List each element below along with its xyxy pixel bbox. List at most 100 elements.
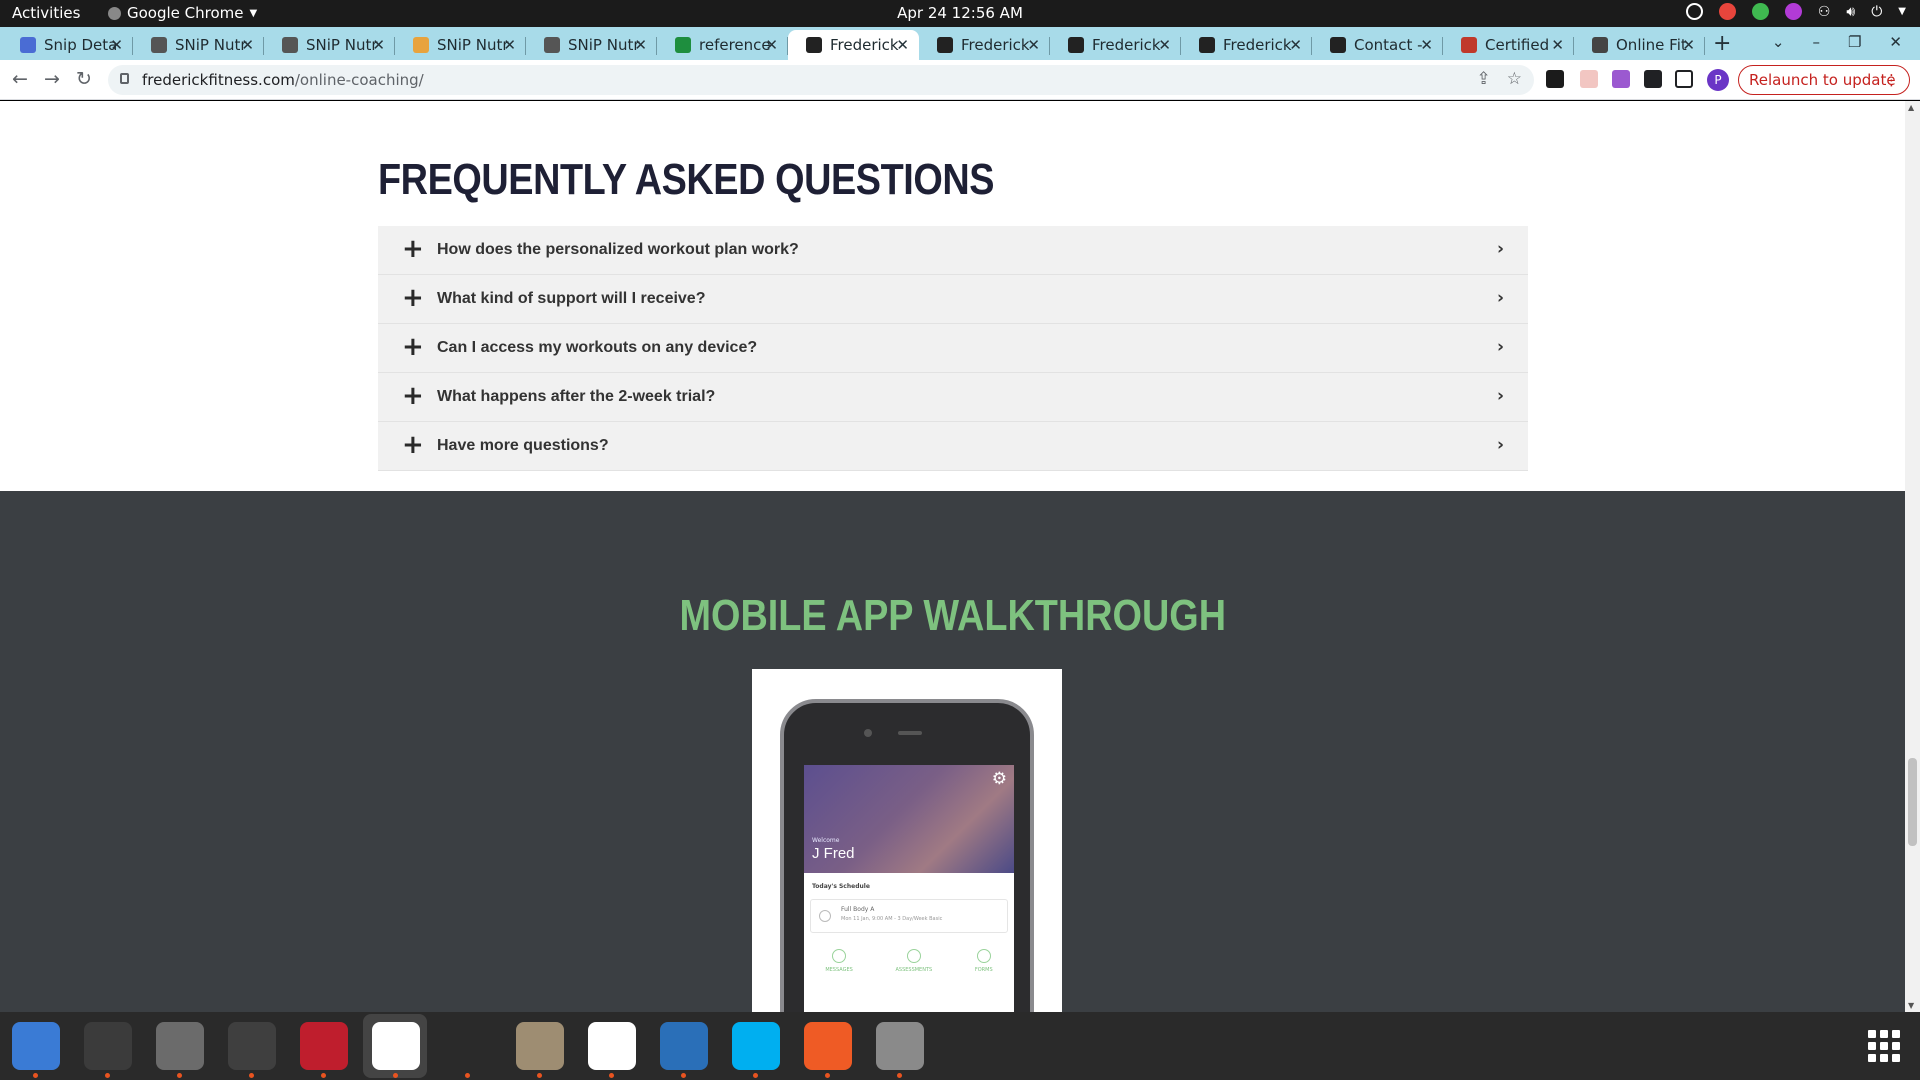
puzzle-extensions-icon[interactable] [1644, 70, 1662, 88]
browser-tab[interactable]: Frederick ✕ [1050, 30, 1181, 60]
page-scrollbar[interactable]: ▲ ▼ [1905, 101, 1920, 1012]
url-text[interactable]: frederickfitness.com/online-coaching/ [142, 71, 424, 89]
profile-avatar[interactable]: P [1707, 69, 1729, 91]
tab-close-icon[interactable]: ✕ [1682, 36, 1695, 54]
terminal-icon[interactable] [84, 1022, 132, 1078]
app-walkthrough-image[interactable]: ⚙ Welcome J Fred Today's Schedule Full B… [752, 669, 1062, 1012]
scrollbar-thumb[interactable] [1908, 758, 1917, 846]
browser-tab[interactable]: reference ✕ [657, 30, 788, 60]
relaunch-button[interactable]: Relaunch to update ⋮ [1738, 65, 1910, 95]
color-tray-icon[interactable] [1784, 3, 1802, 20]
back-icon[interactable]: ← [12, 68, 28, 90]
libreoffice-writer-icon[interactable] [660, 1022, 708, 1078]
browser-tab[interactable]: Snip Deta ✕ [2, 30, 133, 60]
minimize-icon[interactable]: – [1812, 33, 1820, 51]
clock[interactable]: Apr 24 12:56 AM [0, 4, 1920, 22]
scroll-up-icon[interactable]: ▲ [1908, 103, 1914, 112]
browser-tab[interactable]: Frederick ✕ [919, 30, 1050, 60]
address-bar[interactable]: frederickfitness.com/online-coaching/ ⇪ … [108, 65, 1534, 95]
browser-tab[interactable]: SNiP Nutr ✕ [395, 30, 526, 60]
system-tray[interactable]: ⚇ 🔊︎ ⏻ ▼ [1685, 3, 1906, 20]
browser-tab[interactable]: Contact - ✕ [1312, 30, 1443, 60]
power-icon[interactable]: ⏻ [1871, 4, 1882, 20]
browser-tab[interactable]: SNiP Nutr ✕ [264, 30, 395, 60]
tab-favicon-icon [544, 37, 560, 53]
relaunch-label: Relaunch to update [1749, 71, 1896, 89]
extension-icon[interactable] [1580, 70, 1598, 88]
ubuntu-dock [0, 1012, 1920, 1080]
tab-separator [1704, 37, 1705, 55]
browser-tab[interactable]: Online Fit ✕ [1574, 30, 1705, 60]
tab-close-icon[interactable]: ✕ [765, 36, 778, 54]
forward-icon[interactable]: → [44, 68, 60, 90]
activities-button[interactable]: Activities [12, 4, 80, 22]
tab-close-icon[interactable]: ✕ [1027, 36, 1040, 54]
mobile-app-heading-text: MOBILE APP WALKTHROUGH [679, 591, 1226, 640]
postman-icon[interactable] [804, 1022, 852, 1078]
browser-tab[interactable]: Frederick ✕ [1181, 30, 1312, 60]
running-indicator [537, 1073, 542, 1078]
tab-search-icon[interactable]: ⌄ [1772, 33, 1785, 51]
faq-item[interactable]: + How does the personalized workout plan … [378, 226, 1528, 275]
chrome-small-icon [108, 6, 121, 20]
gear-icon: ⚙ [991, 769, 1007, 789]
reload-icon[interactable]: ↻ [76, 68, 92, 90]
pen-extension-icon[interactable] [1612, 70, 1630, 88]
plus-icon: + [402, 430, 424, 460]
tab-close-icon[interactable]: ✕ [241, 36, 254, 54]
bookmark-star-icon[interactable]: ☆ [1507, 69, 1522, 89]
tab-favicon-icon [806, 37, 822, 53]
phone-speaker [898, 731, 922, 735]
faq-item[interactable]: + Can I access my workouts on any device?… [378, 324, 1528, 373]
browser-tab[interactable]: SNiP Nutr ✕ [526, 30, 657, 60]
text-editor-icon[interactable] [588, 1022, 636, 1078]
tab-close-icon[interactable]: ✕ [503, 36, 516, 54]
show-applications-icon[interactable] [1868, 1030, 1900, 1062]
disks-icon[interactable] [876, 1022, 924, 1078]
filezilla-icon[interactable] [300, 1022, 348, 1078]
tab-close-icon[interactable]: ✕ [1158, 36, 1171, 54]
thunderbird-icon[interactable] [12, 1022, 60, 1078]
plus-icon: + [402, 332, 424, 362]
browser-tab[interactable]: Frederick ✕ [788, 30, 919, 60]
restore-icon[interactable]: ❐ [1848, 33, 1861, 51]
tray-app-icon[interactable] [1685, 3, 1703, 20]
tab-close-icon[interactable]: ✕ [1289, 36, 1302, 54]
app-menu[interactable]: Google Chrome ▼ [108, 4, 257, 22]
tab-close-icon[interactable]: ✕ [110, 36, 123, 54]
faq-item[interactable]: + What kind of support will I receive? › [378, 275, 1528, 324]
workout-name: Full Body A [841, 906, 875, 913]
volume-icon[interactable]: 🔊︎ [1846, 4, 1855, 20]
chrome-tray-icon[interactable] [1718, 3, 1736, 20]
running-indicator [465, 1073, 470, 1078]
close-window-icon[interactable]: ✕ [1889, 33, 1902, 51]
faq-item[interactable]: + What happens after the 2-week trial? › [378, 373, 1528, 422]
calculator-icon[interactable] [156, 1022, 204, 1078]
system-monitor-icon[interactable] [228, 1022, 276, 1078]
network-icon[interactable]: ⚇ [1818, 4, 1831, 20]
tab-close-icon[interactable]: ✕ [896, 36, 909, 54]
chrome-icon[interactable] [372, 1022, 420, 1078]
tab-close-icon[interactable]: ✕ [1420, 36, 1433, 54]
caret-down-icon[interactable]: ▼ [1898, 6, 1906, 17]
tab-close-icon[interactable]: ✕ [1551, 36, 1564, 54]
files-icon[interactable] [516, 1022, 564, 1078]
skype-icon[interactable] [732, 1022, 780, 1078]
running-indicator [681, 1073, 686, 1078]
vscode-icon[interactable] [444, 1022, 492, 1078]
share-icon[interactable]: ⇪ [1477, 69, 1491, 89]
browser-tab[interactable]: Certified ✕ [1443, 30, 1574, 60]
new-tab-button[interactable]: + [1713, 31, 1731, 56]
lock-icon[interactable] [120, 73, 129, 84]
tab-favicon-icon [1199, 37, 1215, 53]
check-tray-icon[interactable] [1751, 3, 1769, 20]
faq-item[interactable]: + Have more questions? › [378, 422, 1528, 471]
browser-tab[interactable]: SNiP Nutr ✕ [133, 30, 264, 60]
tab-close-icon[interactable]: ✕ [634, 36, 647, 54]
scroll-down-icon[interactable]: ▼ [1908, 1001, 1914, 1010]
eyedropper-extension-icon[interactable] [1546, 70, 1564, 88]
menu-dots-icon[interactable]: ⋮ [1884, 66, 1899, 94]
side-panel-icon[interactable] [1675, 70, 1693, 88]
tab-close-icon[interactable]: ✕ [372, 36, 385, 54]
app-menu-label: Google Chrome [127, 4, 244, 22]
